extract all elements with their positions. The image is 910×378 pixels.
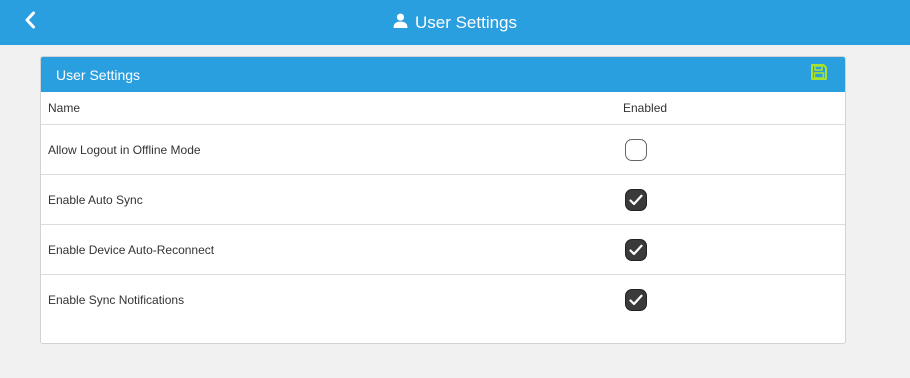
setting-name: Allow Logout in Offline Mode (48, 142, 201, 157)
top-title: User Settings (393, 13, 517, 33)
checkmark-icon (629, 194, 643, 205)
setting-enabled-cell (623, 238, 845, 261)
enabled-checkbox[interactable] (625, 138, 647, 161)
user-icon (393, 13, 408, 33)
table-row: Enable Sync Notifications (41, 275, 845, 325)
settings-panel: User Settings Name Enabled Allow Logout … (40, 56, 846, 344)
enabled-checkbox[interactable] (625, 188, 647, 211)
setting-name: Enable Sync Notifications (48, 293, 185, 307)
column-header-enabled: Enabled (623, 101, 668, 115)
save-icon (810, 63, 828, 86)
save-button[interactable] (809, 63, 829, 86)
chevron-left-icon (24, 11, 36, 34)
top-title-text: User Settings (414, 12, 518, 32)
panel-header: User Settings (41, 57, 845, 92)
column-header-name: Name (48, 101, 81, 115)
top-bar: User Settings (0, 0, 910, 45)
settings-list: Allow Logout in Offline Mode Enable Auto … (41, 125, 845, 325)
setting-name: Enable Auto Sync (48, 192, 143, 207)
panel-title: User Settings (56, 66, 141, 83)
table-row: Enable Auto Sync (41, 175, 845, 225)
checkmark-icon (629, 244, 643, 255)
enabled-checkbox[interactable] (625, 289, 647, 311)
setting-enabled-cell (623, 188, 845, 211)
setting-name: Enable Device Auto-Reconnect (48, 242, 215, 257)
table-header: Name Enabled (41, 92, 845, 125)
checkmark-icon (629, 294, 643, 306)
table-row: Enable Device Auto-Reconnect (41, 225, 845, 275)
enabled-checkbox[interactable] (625, 238, 647, 261)
setting-enabled-cell (623, 138, 845, 161)
setting-enabled-cell (623, 289, 845, 311)
back-button[interactable] (18, 0, 42, 45)
table-row: Allow Logout in Offline Mode (41, 125, 845, 175)
